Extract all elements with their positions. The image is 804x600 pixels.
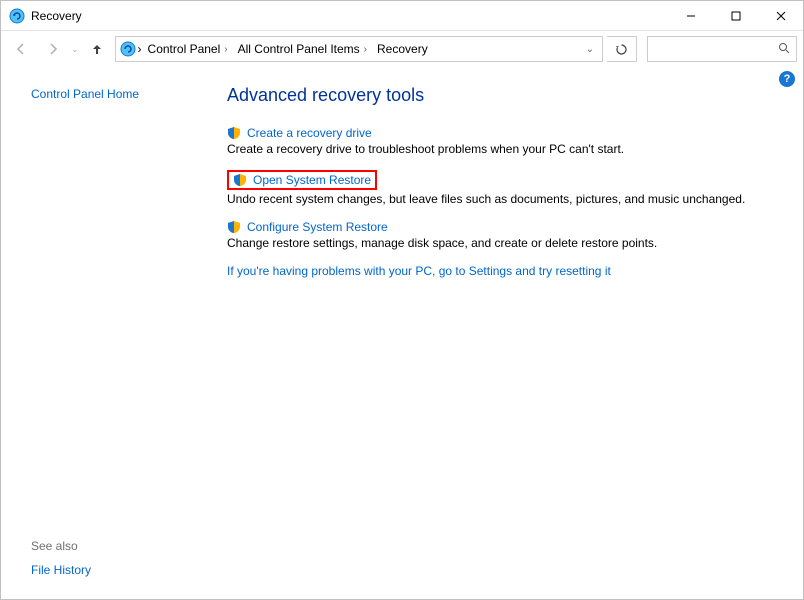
shield-icon	[227, 126, 241, 140]
back-button[interactable]	[7, 35, 35, 63]
recovery-app-icon	[9, 8, 25, 24]
main-pane: ? Advanced recovery tools Create a recov…	[211, 67, 803, 599]
window-controls	[668, 1, 803, 30]
content-body: Control Panel Home See also File History…	[1, 67, 803, 599]
control-panel-home-link[interactable]: Control Panel Home	[31, 87, 211, 101]
chevron-right-icon: ›	[364, 44, 367, 55]
search-icon	[778, 42, 790, 57]
left-pane: Control Panel Home See also File History	[1, 67, 211, 599]
forward-button[interactable]	[39, 35, 67, 63]
see-also-heading: See also	[31, 539, 211, 553]
tool-description: Undo recent system changes, but leave fi…	[227, 192, 783, 206]
shield-icon	[233, 173, 247, 187]
recent-locations-dropdown[interactable]: ⌄	[71, 44, 79, 55]
up-button[interactable]	[83, 35, 111, 63]
chevron-right-icon: ›	[138, 42, 142, 56]
tool-create-recovery-drive: Create a recovery drive Create a recover…	[227, 126, 783, 156]
chevron-right-icon: ›	[224, 44, 227, 55]
maximize-button[interactable]	[713, 1, 758, 30]
help-icon[interactable]: ?	[779, 71, 795, 87]
tool-description: Change restore settings, manage disk spa…	[227, 236, 783, 250]
navbar: ⌄ › Control Panel › All Control Panel It…	[1, 31, 803, 67]
minimize-button[interactable]	[668, 1, 713, 30]
window: Recovery ⌄ ›	[0, 0, 804, 600]
recovery-path-icon	[120, 41, 136, 57]
close-button[interactable]	[758, 1, 803, 30]
search-input[interactable]	[647, 36, 797, 62]
breadcrumb-recovery[interactable]: Recovery	[373, 42, 432, 56]
tool-configure-system-restore: Configure System Restore Change restore …	[227, 220, 783, 250]
tool-description: Create a recovery drive to troubleshoot …	[227, 142, 783, 156]
open-system-restore-link[interactable]: Open System Restore	[253, 173, 371, 187]
breadcrumb-label: Control Panel	[148, 42, 221, 56]
breadcrumb-label: All Control Panel Items	[238, 42, 360, 56]
search-field[interactable]	[654, 41, 778, 57]
file-history-link[interactable]: File History	[31, 563, 211, 577]
create-recovery-drive-link[interactable]: Create a recovery drive	[247, 126, 372, 140]
breadcrumb-all-items[interactable]: All Control Panel Items ›	[234, 42, 371, 56]
window-title: Recovery	[31, 9, 82, 23]
configure-system-restore-link[interactable]: Configure System Restore	[247, 220, 388, 234]
breadcrumb-control-panel[interactable]: Control Panel ›	[144, 42, 232, 56]
titlebar: Recovery	[1, 1, 803, 31]
shield-icon	[227, 220, 241, 234]
reset-pc-help-link[interactable]: If you're having problems with your PC, …	[227, 264, 611, 278]
address-bar[interactable]: › Control Panel › All Control Panel Item…	[115, 36, 603, 62]
refresh-button[interactable]	[607, 36, 637, 62]
page-title: Advanced recovery tools	[227, 85, 783, 106]
highlight-annotation: Open System Restore	[227, 170, 377, 190]
tool-open-system-restore: Open System Restore Undo recent system c…	[227, 170, 783, 206]
address-history-dropdown[interactable]: ⌄	[582, 44, 598, 55]
breadcrumb-label: Recovery	[377, 42, 428, 56]
